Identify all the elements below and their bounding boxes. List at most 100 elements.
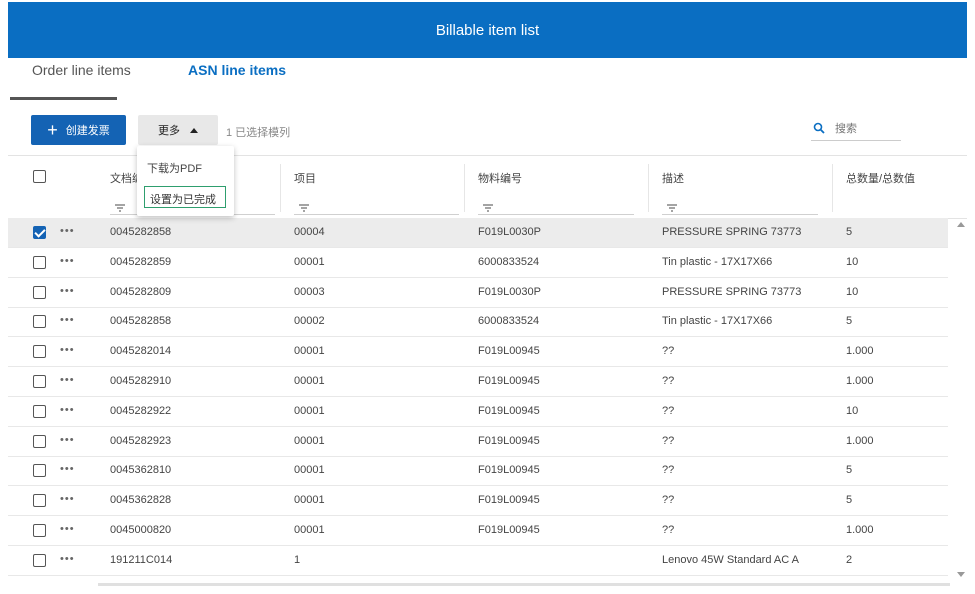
cell-total-quantity: 10	[846, 255, 859, 268]
horizontal-scrollbar[interactable]	[98, 583, 950, 586]
column-divider[interactable]	[280, 164, 281, 212]
cell-item: 00002	[294, 315, 325, 328]
cell-description: ??	[662, 345, 675, 358]
cell-total-quantity: 10	[846, 404, 859, 417]
column-header-total-quantity[interactable]: 总数量/总数值	[846, 170, 915, 186]
row-checkbox[interactable]	[33, 524, 46, 537]
cell-total-quantity: 1.000	[846, 375, 874, 387]
cell-document-number: 0045282859	[110, 255, 172, 268]
cell-description: ??	[662, 524, 675, 536]
table-row[interactable]: ••• 0045282014 00001 F019L00945?? 1.000	[8, 337, 948, 368]
row-checkbox[interactable]	[33, 494, 46, 508]
cell-total-quantity: 1.000	[846, 345, 874, 358]
filter-material-number[interactable]	[478, 196, 634, 215]
scroll-up-icon[interactable]	[957, 222, 965, 227]
filter-icon	[298, 200, 310, 218]
row-checkbox[interactable]	[33, 375, 46, 388]
search-box	[811, 118, 903, 141]
row-checkbox[interactable]	[33, 464, 46, 478]
cell-document-number: 0045282858	[110, 315, 172, 328]
menu-item-download-pdf[interactable]: 下载为PDF	[147, 160, 202, 176]
filter-icon	[482, 200, 494, 218]
table-row[interactable]: ••• 0045282859 00001 6000833524 Tin plastic …	[8, 248, 948, 278]
cell-material-number: F019L00945	[478, 494, 540, 507]
cell-material-number: F019L00945	[478, 404, 540, 417]
table-row[interactable]: ••• 0045282858 00002 6000833524 Tin plastic …	[8, 307, 948, 338]
table-row[interactable]: ••• 0045362828 00001 F019L00945?? 5	[8, 486, 948, 517]
table-row[interactable]: ••• 0045282922 00001 F019L00945?? 10	[8, 397, 948, 427]
cell-total-quantity: 1.000	[846, 524, 874, 536]
select-all-checkbox[interactable]	[33, 170, 46, 183]
row-actions-icon[interactable]: •••	[60, 523, 75, 535]
table-row[interactable]: ••• 191211C014 1 Lenovo 45W Standard AC A 2	[8, 546, 948, 576]
cell-total-quantity: 5	[846, 315, 853, 328]
tab-asn-line-items[interactable]: ASN line items	[188, 62, 286, 78]
more-label: 更多	[158, 125, 180, 137]
cell-material-number: F019L0030P	[478, 285, 541, 298]
table-row[interactable]: ••• 0045000820 00001 F019L00945?? 1.000	[8, 516, 948, 546]
row-actions-icon[interactable]: •••	[60, 225, 75, 237]
cell-item: 00001	[294, 434, 325, 447]
cell-document-number: 0045282922	[110, 404, 172, 417]
more-button[interactable]: 更多	[138, 115, 218, 145]
filter-icon	[666, 200, 678, 218]
row-actions-icon[interactable]: •••	[60, 434, 75, 446]
active-tab-indicator	[10, 97, 117, 100]
row-checkbox[interactable]	[33, 404, 46, 418]
cell-document-number: 0045362828	[110, 494, 172, 507]
row-actions-icon[interactable]: •••	[60, 493, 75, 505]
cell-description: ??	[662, 404, 675, 417]
cell-total-quantity: 1.000	[846, 434, 874, 447]
search-icon[interactable]	[813, 121, 825, 139]
cell-material-number: F019L00945	[478, 375, 540, 387]
row-actions-icon[interactable]: •••	[60, 553, 75, 565]
cell-description: ??	[662, 464, 675, 477]
column-header-material-number[interactable]: 物料编号	[478, 170, 522, 186]
row-actions-icon[interactable]: •••	[60, 285, 75, 297]
search-input[interactable]	[833, 119, 903, 139]
menu-item-set-completed[interactable]: 设置为已完成	[144, 186, 226, 208]
filter-description[interactable]	[662, 196, 818, 215]
row-actions-icon[interactable]: •••	[60, 404, 75, 416]
column-divider[interactable]	[464, 164, 465, 212]
row-checkbox[interactable]	[33, 285, 46, 299]
create-invoice-button[interactable]: + 创建发票	[31, 115, 126, 145]
table-row[interactable]: ••• 0045362810 00001 F019L00945?? 5	[8, 456, 948, 487]
filter-item[interactable]	[294, 196, 459, 215]
vertical-scrollbar[interactable]	[956, 217, 966, 579]
row-actions-icon[interactable]: •••	[60, 463, 75, 475]
row-checkbox[interactable]	[33, 255, 46, 269]
cell-material-number: F019L00945	[478, 464, 540, 477]
column-divider[interactable]	[832, 164, 833, 212]
row-checkbox[interactable]	[33, 553, 46, 567]
row-checkbox[interactable]	[33, 315, 46, 329]
cell-total-quantity: 5	[846, 226, 853, 238]
table-row[interactable]: ••• 0045282923 00001 F019L00945?? 1.000	[8, 427, 948, 457]
column-header-description[interactable]: 描述	[662, 170, 684, 186]
row-actions-icon[interactable]: •••	[60, 344, 75, 356]
plus-icon: +	[47, 120, 58, 140]
cell-item: 00003	[294, 285, 325, 298]
cell-material-number: F019L00945	[478, 524, 540, 536]
table-row[interactable]: ••• 0045282809 00003 F019L0030P PRESSURE SPR…	[8, 278, 948, 308]
create-invoice-label: 创建发票	[65, 125, 110, 137]
column-divider[interactable]	[648, 164, 649, 212]
row-checkbox[interactable]	[33, 226, 46, 239]
cell-total-quantity: 5	[846, 494, 853, 507]
cell-item: 00001	[294, 255, 325, 268]
scroll-down-icon[interactable]	[957, 572, 965, 577]
column-header-item[interactable]: 项目	[294, 170, 316, 186]
row-actions-icon[interactable]: •••	[60, 374, 75, 386]
row-actions-icon[interactable]: •••	[60, 314, 75, 326]
billable-items-table: 文档编号 项目 物料编号 描述 总数量/总数值 ••• 0045282858 000…	[8, 155, 967, 586]
table-row[interactable]: ••• 0045282910 00001 F019L00945?? 1.000	[8, 367, 948, 397]
cell-description: PRESSURE SPRING 73773	[662, 226, 802, 238]
table-row[interactable]: ••• 0045282858 00004 F019L0030P PRESSURE SPR…	[8, 218, 948, 248]
cell-total-quantity: 5	[846, 464, 853, 477]
tab-order-line-items[interactable]: Order line items	[32, 62, 131, 78]
row-checkbox[interactable]	[33, 345, 46, 359]
cell-document-number: 0045362810	[110, 464, 172, 477]
row-actions-icon[interactable]: •••	[60, 255, 75, 267]
row-checkbox[interactable]	[33, 434, 46, 448]
filter-icon	[114, 200, 126, 218]
